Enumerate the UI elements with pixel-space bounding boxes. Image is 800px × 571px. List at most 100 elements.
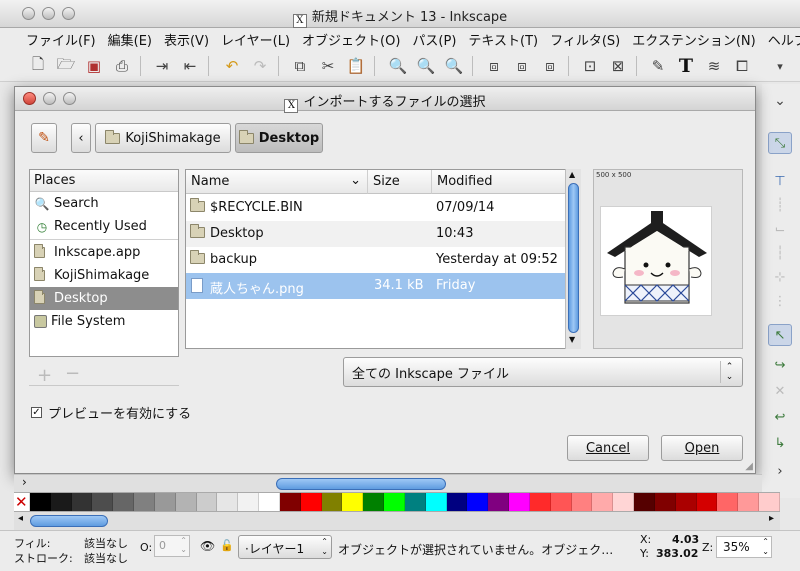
snap-path-icon[interactable]: ↪	[768, 354, 792, 376]
zoom-selection-icon[interactable]: 🔍	[388, 56, 408, 76]
color-swatch[interactable]	[259, 493, 280, 511]
color-swatch[interactable]	[488, 493, 510, 511]
snap-bbox-icon[interactable]: ⊤	[768, 170, 792, 192]
color-swatch[interactable]	[342, 493, 364, 511]
menu-view[interactable]: 表示(V)	[158, 30, 215, 49]
color-swatch[interactable]	[113, 493, 135, 511]
scroll-up-icon[interactable]: ▲	[569, 170, 575, 179]
snap-page-border-icon[interactable]: ⋮	[768, 290, 792, 312]
remove-place-button[interactable]: −	[65, 363, 80, 384]
color-swatch[interactable]	[675, 493, 697, 511]
color-swatch[interactable]	[30, 493, 51, 511]
color-swatch[interactable]	[196, 493, 218, 511]
duplicate-icon[interactable]: ⧉	[290, 56, 310, 76]
fill-stroke-icon[interactable]: ⊡	[580, 56, 600, 76]
cut-icon[interactable]: ✂	[318, 56, 338, 76]
save-icon[interactable]: ▣	[84, 56, 104, 76]
color-swatch[interactable]	[634, 493, 655, 511]
color-swatch[interactable]	[550, 493, 572, 511]
color-swatch[interactable]	[717, 493, 739, 511]
file-row[interactable]: Desktop 10:43	[186, 221, 566, 247]
snap-bbox-center-icon[interactable]: ⊹	[768, 266, 792, 288]
file-row-selected[interactable]: 蔵人ちゃん.png 34.1 kB Friday	[186, 273, 566, 299]
color-swatch[interactable]	[571, 493, 593, 511]
color-swatch[interactable]	[467, 493, 489, 511]
snap-smooth-icon[interactable]: ↳	[768, 432, 792, 454]
color-swatch[interactable]	[384, 493, 405, 511]
column-modified[interactable]: Modified	[432, 170, 566, 194]
type-location-button[interactable]: ✎	[31, 123, 57, 153]
place-inkscape-app[interactable]: Inkscape.app	[30, 241, 178, 264]
zoom-spinbox[interactable]: 35% ⌃ ⌄	[716, 536, 772, 558]
pen-icon[interactable]: ✎	[648, 56, 668, 76]
color-swatch[interactable]	[592, 493, 614, 511]
column-name[interactable]: Name ⌄	[186, 170, 368, 194]
color-swatch[interactable]	[238, 493, 260, 511]
paste-icon[interactable]: 📋	[346, 56, 366, 76]
chevron-right-icon[interactable]: ›	[768, 460, 792, 482]
print-icon[interactable]: ⎙	[112, 56, 132, 76]
color-swatch[interactable]	[446, 493, 468, 511]
snap-bbox-corner-icon[interactable]: ⌙	[768, 218, 792, 240]
file-type-filter[interactable]: 全ての Inkscape ファイル ⌃ ⌄	[343, 357, 743, 387]
file-list-scrollbar[interactable]: ▲ ▼	[565, 169, 581, 349]
color-swatch[interactable]	[758, 493, 780, 511]
breadcrumb-desktop[interactable]: Desktop	[235, 123, 323, 153]
scrollbar-thumb[interactable]	[568, 183, 579, 333]
new-document-icon[interactable]: 🗋	[28, 55, 48, 76]
file-row[interactable]: backup Yesterday at 09:52	[186, 247, 566, 273]
color-swatch[interactable]	[509, 493, 530, 511]
undo-icon[interactable]: ↶	[222, 56, 242, 76]
layers-icon[interactable]: ≋	[704, 56, 724, 76]
redo-icon[interactable]: ↷	[250, 56, 270, 76]
snap-enable-icon[interactable]: ⤡	[768, 132, 792, 154]
transform-icon[interactable]: ⊠	[608, 56, 628, 76]
snap-cusp-icon[interactable]: ↩	[768, 406, 792, 428]
enable-preview-row[interactable]: ✓ プレビューを有効にする	[31, 403, 191, 422]
eye-icon[interactable]: 👁	[200, 539, 215, 553]
place-search[interactable]: 🔍 Search	[30, 192, 178, 215]
snap-bbox-midpoint-icon[interactable]: ┆	[768, 242, 792, 264]
export-icon[interactable]: ⇤	[180, 56, 200, 76]
menu-extensions[interactable]: エクステンション(N)	[626, 30, 761, 49]
import-icon[interactable]: ⇥	[152, 56, 172, 76]
zoom-drawing-icon[interactable]: 🔍	[416, 56, 436, 76]
color-swatch[interactable]	[279, 493, 301, 511]
color-swatch[interactable]	[404, 493, 426, 511]
chevron-left-icon[interactable]: ◂	[18, 513, 23, 524]
cancel-button[interactable]: Cancel	[567, 435, 649, 461]
chevron-down-icon[interactable]: ⌄	[768, 90, 792, 112]
menu-text[interactable]: テキスト(T)	[462, 30, 544, 49]
canvas-hscroll[interactable]: ◂ ▸	[14, 512, 780, 530]
color-swatch[interactable]	[425, 493, 447, 511]
place-kojishimakage[interactable]: KojiShimakage	[30, 264, 178, 287]
menu-file[interactable]: ファイル(F)	[20, 30, 102, 49]
menu-layer[interactable]: レイヤー(L)	[215, 30, 296, 49]
group-icon[interactable]: ⧈	[484, 56, 504, 76]
no-paint-swatch[interactable]: ✕	[14, 493, 30, 511]
chevron-right-icon[interactable]: ›	[22, 475, 27, 489]
color-swatch[interactable]	[134, 493, 155, 511]
color-swatch[interactable]	[71, 493, 93, 511]
place-recently-used[interactable]: ◷ Recently Used	[30, 215, 178, 238]
clone-icon[interactable]: ⧈	[540, 56, 560, 76]
column-size[interactable]: Size	[368, 170, 432, 194]
color-swatch[interactable]	[363, 493, 385, 511]
color-swatch[interactable]	[154, 493, 176, 511]
menu-filters[interactable]: フィルタ(S)	[544, 30, 626, 49]
color-swatch[interactable]	[92, 493, 114, 511]
scroll-down-icon[interactable]: ▼	[569, 335, 575, 344]
opacity-spinbox[interactable]: 0 ⌃ ⌄	[154, 535, 190, 557]
zoom-page-icon[interactable]: 🔍	[444, 56, 464, 76]
scrollbar-thumb[interactable]	[276, 478, 446, 490]
scrollbar-thumb[interactable]	[30, 515, 108, 527]
canvas-hscroll-upper[interactable]: ›	[14, 474, 762, 492]
color-swatch[interactable]	[738, 493, 759, 511]
menu-path[interactable]: パス(P)	[406, 30, 462, 49]
toolbar-overflow-icon[interactable]: ▾	[770, 56, 790, 76]
snap-bbox-edge-icon[interactable]: ┊	[768, 194, 792, 216]
open-button[interactable]: Open	[661, 435, 743, 461]
color-swatch[interactable]	[175, 493, 197, 511]
menu-edit[interactable]: 編集(E)	[102, 30, 158, 49]
color-swatch[interactable]	[217, 493, 239, 511]
